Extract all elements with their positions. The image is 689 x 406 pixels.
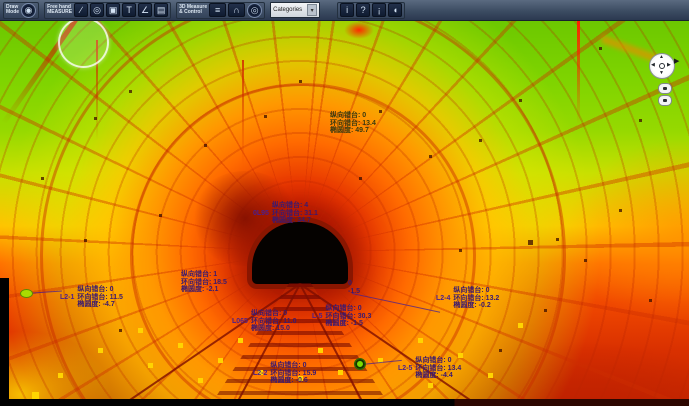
sphere-tool-button[interactable]: ◎: [90, 3, 104, 17]
nav-center-dot[interactable]: [659, 63, 665, 69]
compare-icon: ▤: [157, 4, 166, 16]
section-tool-button[interactable]: ≡: [209, 3, 226, 17]
nav-left-icon[interactable]: ◀: [651, 63, 655, 68]
app-window: Draw Mode ◉ Free hand MEASURE ∕ ◎ ▣ T: [0, 0, 689, 406]
survey-point-marker[interactable]: [354, 358, 366, 370]
point-label: L2-4: [436, 295, 450, 303]
details-button[interactable]: ¡: [372, 3, 386, 17]
power-icon: ◉: [25, 5, 33, 16]
point-label: L2-2: [253, 370, 267, 378]
zoom-out-button[interactable]: [658, 95, 672, 106]
angle-icon: ∠: [141, 4, 149, 16]
category-dropdown-value: Categories: [273, 7, 304, 13]
section-icon: ≡: [215, 4, 220, 16]
help-button[interactable]: ?: [356, 3, 370, 17]
image-card-button[interactable]: ▣: [106, 3, 120, 17]
target-tool-button[interactable]: ◎: [247, 3, 262, 18]
toolbar-group-freehand: Free hand MEASURE ∕ ◎ ▣ T ∠ ▤: [44, 2, 171, 19]
help-icon: ?: [361, 4, 366, 16]
measurement-annotation: 0 -1.5: [348, 280, 360, 295]
angle-tool-button[interactable]: ∠: [138, 3, 152, 17]
survey-point-marker[interactable]: [20, 289, 33, 298]
sleeper-highlights: [0, 21, 1, 22]
toolbar: Draw Mode ◉ Free hand MEASURE ∕ ◎ ▣ T: [0, 0, 689, 21]
chevron-down-icon: ▾: [307, 4, 317, 16]
nav-down-icon[interactable]: ▼: [659, 71, 664, 76]
measurement-annotation: L2-4 纵向错台: 0 环向错台: 13.2 椭圆度: -0.2: [436, 287, 499, 310]
measurement-annotation: 纵向错台: 0 环向错台: 13.4 椭圆度: 49.7: [330, 112, 376, 135]
panel-collapse-handle[interactable]: ▶: [674, 57, 679, 65]
tunnel-3d-viewport[interactable]: 纵向错台: 0 环向错台: 13.4 椭圆度: 49.7 0L95 纵向错台: …: [0, 21, 689, 406]
freehand-group-label: Free hand MEASURE: [47, 5, 72, 15]
measurement-annotation: 0L95 纵向错台: 4 环向错台: 31.1 椭圆度: 34.7: [253, 202, 318, 225]
point-label: L-5: [312, 313, 323, 321]
hot-spot: [344, 21, 374, 39]
toolbar-group-info: i ? ¡ ◖: [337, 2, 405, 19]
point-label: L065: [232, 318, 248, 326]
measurement-annotation: L2-5 纵向错台: 0 环向错台: 13.4 椭圆度: -4.4: [398, 357, 461, 380]
scan-streak: [577, 21, 580, 125]
category-dropdown[interactable]: Categories ▾: [270, 2, 320, 18]
measure-group-label: 3D Measure & Control: [179, 5, 207, 15]
info-icon: i: [346, 4, 348, 16]
measurement-annotation: 纵向错台: 1 环向错台: 18.5 椭圆度: -2.1: [181, 271, 227, 294]
sphere-icon: ◎: [93, 4, 101, 16]
draw-group-label: Draw Mode: [6, 5, 19, 15]
text-icon: T: [126, 4, 132, 16]
screen-edge-mask: [0, 278, 9, 406]
view-navigation-pad[interactable]: ▲ ▼ ◀ ▶: [649, 53, 675, 79]
info-button[interactable]: i: [340, 3, 354, 17]
image-icon: ▣: [109, 4, 118, 16]
measurement-annotation: L2-1 纵向错台: 0 环向错台: 11.5 椭圆度: -4.7: [60, 286, 123, 309]
point-label: L2-5: [398, 365, 412, 373]
compare-images-button[interactable]: ▤: [154, 3, 168, 17]
zoom-in-button[interactable]: [658, 83, 672, 94]
text-tool-button[interactable]: T: [122, 3, 136, 17]
toolbar-group-3d-measure: 3D Measure & Control ≡ ∩ ◎: [176, 2, 265, 19]
pen-icon: ∕: [80, 4, 82, 16]
measurement-annotation: L2-2 纵向错台: 0 环向错台: 15.9 椭圆度: -0.6: [253, 362, 316, 385]
details-icon: ¡: [378, 4, 381, 16]
measurement-annotation: L065 纵向错台: 0 环向错台: 11.0 椭圆度: 15.0: [232, 310, 296, 333]
profile-tool-button[interactable]: ∩: [228, 3, 245, 17]
scan-streak: [242, 60, 244, 165]
toolbar-group-draw: Draw Mode ◉: [3, 2, 39, 19]
screen-bottom-mask: [0, 399, 689, 406]
draw-mode-button[interactable]: ◉: [21, 3, 36, 18]
collapse-toolbar-button[interactable]: ◖: [388, 3, 402, 17]
point-label: L2-1: [60, 294, 74, 302]
profile-icon: ∩: [233, 4, 239, 16]
target-icon: ◎: [251, 5, 259, 16]
nav-up-icon[interactable]: ▲: [659, 55, 664, 60]
measurement-annotation: L-5 纵向错台: 0 环向错台: 30.3 椭圆度: -1.5: [312, 305, 371, 328]
point-label: 0L95: [253, 210, 269, 218]
nav-right-icon[interactable]: ▶: [667, 63, 671, 68]
pen-tool-button[interactable]: ∕: [74, 3, 88, 17]
collapse-icon: ◖: [392, 4, 397, 16]
